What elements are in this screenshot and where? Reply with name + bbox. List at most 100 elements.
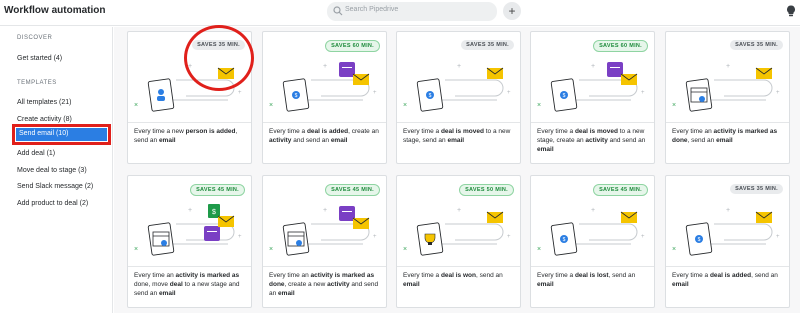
card-description: Every time a deal is won, send an email [403, 271, 517, 289]
envelope-icon [755, 211, 773, 223]
sidebar-item-send-slack-message[interactable]: Send Slack message (2) [17, 183, 93, 190]
description-bold-text: deal is moved [440, 128, 484, 135]
description-bold-text: email [330, 137, 348, 144]
card-divider [128, 266, 251, 267]
sidebar-item-get-started[interactable]: Get started (4) [17, 55, 62, 62]
description-bold-text: email [403, 281, 420, 288]
description-bold-text: deal is added [306, 128, 349, 135]
sidebar-item-all-templates[interactable]: All templates (21) [17, 99, 71, 106]
time-saved-badge: SAVES 45 MIN. [325, 184, 380, 196]
sidebar-item-move-deal-to-stage[interactable]: Move deal to stage (3) [17, 167, 87, 174]
svg-text:$: $ [295, 93, 298, 99]
trophy-icon [416, 222, 444, 256]
description-text: , create an [348, 128, 379, 135]
description-text: Every time a [672, 272, 710, 279]
description-bold-text: activity [585, 137, 608, 144]
description-text: Every time an [672, 128, 714, 135]
envelope-icon [620, 211, 638, 223]
description-bold-text: email [716, 137, 733, 144]
search-placeholder: Search Pipedrive [345, 6, 399, 13]
template-card[interactable]: × + + $ SAVES 45 MIN. Every time an activ… [127, 175, 252, 308]
envelope-icon [620, 73, 638, 85]
svg-text:+: + [188, 207, 192, 214]
description-bold-text: person is added [185, 128, 236, 135]
template-card[interactable]: × + + $ SAVES 35 MIN. Every time a deal i… [396, 31, 521, 164]
description-text: Every time a [269, 128, 307, 135]
calendar-check-icon [685, 78, 713, 112]
description-bold-text: activity [269, 137, 292, 144]
envelope-icon [217, 215, 235, 227]
svg-text:×: × [269, 246, 273, 253]
add-button[interactable]: + [503, 2, 521, 20]
description-bold-text: deal is moved [574, 128, 618, 135]
deal-document-icon: $ [550, 78, 578, 112]
card-description: Every time an activity is marked as done… [672, 127, 786, 145]
svg-text:+: + [591, 63, 595, 70]
svg-text:+: + [238, 90, 242, 96]
sidebar-item-label: Send email (10) [19, 130, 69, 137]
description-bold-text: deal [169, 281, 183, 288]
svg-text:×: × [403, 246, 407, 253]
highlight-circle [184, 25, 254, 91]
description-bold-text: activity is marked as [175, 272, 240, 279]
card-divider [263, 266, 386, 267]
svg-text:+: + [726, 63, 730, 70]
sidebar-item-add-product-to-deal[interactable]: Add product to deal (2) [17, 200, 88, 207]
description-bold-text: deal is lost [574, 272, 609, 279]
card-divider [666, 122, 789, 123]
svg-text:+: + [776, 90, 780, 96]
calendar-icon [204, 226, 220, 241]
description-text: Every time an [269, 272, 311, 279]
description-text: Every time a [537, 128, 575, 135]
template-card[interactable]: × + + $ SAVES 60 MIN. Every time a deal i… [262, 31, 387, 164]
time-saved-badge: SAVES 60 MIN. [325, 40, 380, 52]
deal-document-icon: $ [282, 78, 310, 112]
time-saved-badge: SAVES 45 MIN. [190, 184, 245, 196]
svg-text:+: + [507, 234, 511, 240]
card-divider [531, 266, 654, 267]
card-description: Every time a new person is added, send a… [134, 127, 248, 145]
sidebar-item-send-email[interactable]: Send email (10) [12, 124, 111, 145]
card-description: Every time a deal is moved to a new stag… [537, 127, 651, 154]
deal-document-icon: $ [416, 78, 444, 112]
svg-text:+: + [726, 207, 730, 214]
svg-text:+: + [641, 90, 645, 96]
svg-text:×: × [537, 246, 541, 253]
svg-text:×: × [134, 246, 138, 253]
time-saved-badge: SAVES 35 MIN. [730, 184, 783, 194]
description-text: and send an [291, 137, 331, 144]
calendar-check-icon [147, 222, 175, 256]
template-card[interactable]: × + + SAVES 45 MIN. Every time an activit… [262, 175, 387, 308]
time-saved-badge: SAVES 45 MIN. [593, 184, 648, 196]
person-document-icon [147, 78, 175, 112]
card-description: Every time a deal is added, send an emai… [672, 271, 786, 289]
search-input[interactable]: Search Pipedrive [327, 2, 497, 21]
description-bold-text: email [278, 290, 295, 297]
description-bold-text: email [447, 137, 465, 144]
envelope-icon [755, 67, 773, 79]
sidebar-item-add-deal[interactable]: Add deal (1) [17, 150, 55, 157]
deal-lost-icon: $ [550, 222, 578, 256]
description-bold-text: activity [327, 281, 350, 288]
svg-text:$: $ [563, 93, 566, 99]
svg-text:+: + [641, 234, 645, 240]
description-bold-text: email [672, 281, 689, 288]
template-card[interactable]: × + + $ SAVES 35 MIN. Every time a deal i… [665, 175, 790, 308]
card-description: Every time a deal is moved to a new stag… [403, 127, 517, 145]
template-card[interactable]: × + + SAVES 50 MIN. Every time a deal is … [396, 175, 521, 308]
template-card[interactable]: × + + SAVES 35 MIN. Every time an activit… [665, 31, 790, 164]
search-icon [333, 6, 343, 16]
sidebar-item-create-activity[interactable]: Create activity (8) [17, 116, 72, 123]
lightbulb-icon[interactable] [786, 5, 796, 17]
description-text: done, move [134, 281, 170, 288]
card-description: Every time an activity is marked as done… [269, 271, 383, 298]
template-card[interactable]: × + + $ SAVES 45 MIN. Every time a deal i… [530, 175, 655, 308]
svg-text:+: + [776, 234, 780, 240]
card-description: Every time an activity is marked as done… [134, 271, 248, 298]
deal-document-icon: $ [685, 222, 713, 256]
svg-text:×: × [672, 102, 676, 109]
template-card[interactable]: × + + $ SAVES 60 MIN. Every time a deal i… [530, 31, 655, 164]
calendar-icon [607, 62, 623, 77]
svg-text:×: × [269, 102, 273, 109]
svg-text:+: + [457, 63, 461, 70]
